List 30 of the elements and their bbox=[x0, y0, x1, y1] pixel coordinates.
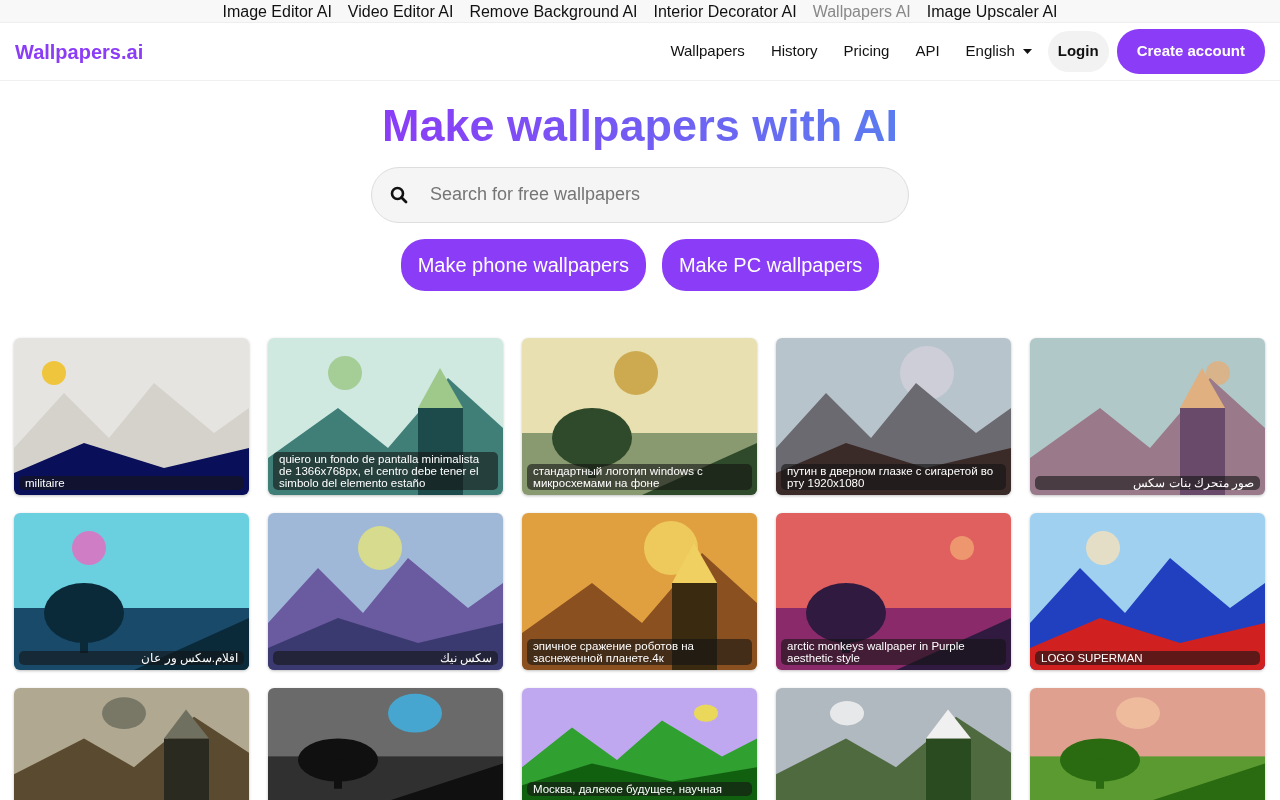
top-link[interactable]: Video Editor AI bbox=[347, 0, 454, 22]
wallpaper-caption: سكس نيك bbox=[273, 650, 498, 665]
top-link[interactable]: Image Upscaler AI bbox=[926, 0, 1058, 22]
search-field[interactable]: Search for free wallpapers bbox=[408, 180, 890, 209]
login-button[interactable]: Login bbox=[1047, 31, 1109, 72]
wallpaper-caption: Москва, далекое будущее, научная bbox=[527, 781, 752, 796]
nav-link[interactable]: Pricing bbox=[843, 40, 890, 63]
make-wallpapers-button[interactable]: Make phone wallpapers bbox=[400, 238, 646, 291]
search-bar[interactable]: Search for free wallpapers bbox=[371, 166, 909, 223]
wallpaper-caption: эпичное сражение роботов на заснеженной планете.4к bbox=[527, 638, 752, 665]
wallpaper-caption: افلام.سكس ور عان bbox=[19, 650, 244, 665]
create-account-button[interactable]: Create account bbox=[1116, 29, 1265, 74]
wallpaper-caption: صور متحرك بنات سكس bbox=[1035, 475, 1260, 490]
top-link[interactable]: Remove Background AI bbox=[469, 0, 638, 22]
wallpaper-caption: quiero un fondo de pantalla minimalista de 1366x768px, el centro debe tener el simbolo del elemento estaño bbox=[273, 451, 498, 490]
top-link[interactable]: Image Editor AI bbox=[222, 0, 332, 22]
nav-link[interactable]: Wallpapers bbox=[670, 40, 745, 63]
nav-link[interactable]: History bbox=[770, 40, 818, 63]
caret-icon bbox=[1022, 49, 1032, 54]
wallpaper-caption: arctic monkeys wallpaper in Purple aesthetic style bbox=[781, 638, 1006, 665]
wallpaper-caption: стандартный логотип windows с микросхемами на фоне bbox=[527, 463, 752, 490]
brand-logo[interactable]: Wallpapers.ai bbox=[15, 36, 144, 67]
wallpaper-caption: путин в дверном глазке с сигаретой во рту 1920x1080 bbox=[781, 463, 1006, 490]
nav-link[interactable]: API bbox=[915, 40, 940, 63]
language-dropdown[interactable]: English bbox=[965, 40, 1032, 63]
wallpaper-caption: LOGO SUPERMAN bbox=[1035, 650, 1260, 665]
top-link[interactable]: Interior Decorator AI bbox=[653, 0, 797, 22]
make-wallpapers-button[interactable]: Make PC wallpapers bbox=[661, 238, 880, 291]
search-icon bbox=[390, 185, 408, 204]
wallpaper-caption: militaire bbox=[19, 475, 244, 490]
